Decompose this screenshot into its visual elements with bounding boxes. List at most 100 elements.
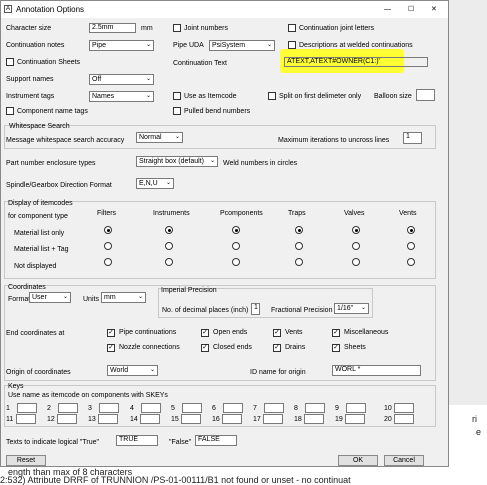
continuation-joint-letters-checkbox[interactable] <box>288 24 296 32</box>
id-name-origin-input[interactable]: WORL * <box>332 365 421 376</box>
chevron-down-icon: ⌄ <box>165 180 171 186</box>
max-iterations-input[interactable]: 1 <box>403 132 422 144</box>
continuation-text-input[interactable]: ATEXT,ATEXT#OWNER(C1:)' <box>284 57 428 67</box>
origin-coordinates-select[interactable]: World ⌄ <box>107 365 158 376</box>
part-number-enclosure-select[interactable]: Straight box (default) ⌄ <box>136 156 218 167</box>
instruments-material-tag-radio[interactable] <box>165 242 173 250</box>
sheets-label: Sheets <box>344 344 366 351</box>
nozzle-connections-checkbox[interactable]: ✓ <box>107 344 115 352</box>
reset-button[interactable]: Reset <box>6 455 46 466</box>
key-number-label: 15 <box>171 416 179 423</box>
use-as-itemcode-checkbox[interactable] <box>173 92 181 100</box>
key-input[interactable] <box>17 403 37 413</box>
drains-label: Drains <box>285 344 306 351</box>
close-button[interactable]: ✕ <box>431 5 437 14</box>
filters-material-tag-radio[interactable] <box>104 242 112 250</box>
key-input[interactable] <box>263 414 283 424</box>
character-size-label: Character size <box>6 25 52 32</box>
key-input[interactable] <box>99 403 119 413</box>
instrument-tags-select[interactable]: Names ⌄ <box>89 91 154 102</box>
key-input[interactable] <box>58 403 78 413</box>
miscellaneous-checkbox[interactable]: ✓ <box>332 329 340 337</box>
filters-material-list-radio[interactable] <box>104 226 112 234</box>
sheets-checkbox[interactable]: ✓ <box>332 344 340 352</box>
miscellaneous-label: Miscellaneous <box>344 329 389 336</box>
origin-coordinates-label: Origin of coordinates <box>6 369 71 376</box>
balloon-size-input[interactable] <box>416 89 435 101</box>
for-component-type-label: for component type <box>8 213 68 220</box>
key-input[interactable] <box>345 414 365 424</box>
vents-material-list-radio[interactable] <box>407 226 415 234</box>
fractional-precision-select[interactable]: 1/16" ⌄ <box>334 303 369 314</box>
vents-checkbox[interactable]: ✓ <box>273 329 281 337</box>
component-name-tags-checkbox[interactable] <box>6 107 14 115</box>
minimize-button[interactable]: — <box>384 5 391 14</box>
units-select[interactable]: mm ⌄ <box>101 292 146 303</box>
key-input[interactable] <box>181 414 201 424</box>
key-input[interactable] <box>182 403 202 413</box>
format-select[interactable]: User ⌄ <box>29 292 71 303</box>
traps-material-tag-radio[interactable] <box>295 242 303 250</box>
window-title: Annotation Options <box>16 5 85 14</box>
traps-not-displayed-radio[interactable] <box>295 258 303 266</box>
key-input[interactable] <box>57 414 77 424</box>
decimal-places-label: No. of decimal places (inch) <box>162 307 249 314</box>
key-input[interactable] <box>223 403 243 413</box>
key-input[interactable] <box>304 414 324 424</box>
drains-checkbox[interactable]: ✓ <box>273 344 281 352</box>
split-first-delimiter-checkbox[interactable] <box>268 92 276 100</box>
vents-material-tag-radio[interactable] <box>407 242 415 250</box>
logical-true-input[interactable]: TRUE <box>116 435 158 446</box>
descriptions-welded-checkbox[interactable] <box>288 41 296 49</box>
key-input[interactable] <box>140 414 160 424</box>
character-size-input[interactable]: 2.5mm <box>89 23 136 33</box>
decimal-places-input[interactable]: 1 <box>251 303 260 315</box>
whitespace-accuracy-select[interactable]: Normal ⌄ <box>136 132 183 143</box>
traps-material-list-radio[interactable] <box>295 226 303 234</box>
vents-not-displayed-radio[interactable] <box>407 258 415 266</box>
valves-material-tag-radio[interactable] <box>352 242 360 250</box>
chevron-down-icon: ⌄ <box>145 93 151 99</box>
valves-not-displayed-radio[interactable] <box>352 258 360 266</box>
key-input[interactable] <box>98 414 118 424</box>
continuation-joint-letters-label: Continuation joint letters <box>299 25 375 32</box>
imperial-precision-title: Imperial Precision <box>161 287 217 294</box>
balloon-size-label: Balloon size <box>374 93 412 100</box>
pcomponents-material-list-radio[interactable] <box>232 226 240 234</box>
key-input[interactable] <box>394 414 414 424</box>
continuation-notes-select[interactable]: Pipe ⌄ <box>89 40 154 51</box>
continuation-sheets-checkbox[interactable] <box>6 58 14 66</box>
joint-numbers-checkbox[interactable] <box>173 24 181 32</box>
key-input[interactable] <box>394 403 414 413</box>
key-input[interactable] <box>222 414 242 424</box>
use-as-itemcode-label: Use as Itemcode <box>184 93 237 100</box>
cancel-button[interactable]: Cancel <box>384 455 424 466</box>
instrument-tags-value: Names <box>92 93 115 100</box>
open-ends-checkbox[interactable]: ✓ <box>201 329 209 337</box>
key-input[interactable] <box>305 403 325 413</box>
key-input[interactable] <box>16 414 36 424</box>
ok-button[interactable]: OK <box>338 455 378 466</box>
instruments-not-displayed-radio[interactable] <box>165 258 173 266</box>
pulled-bend-numbers-label: Pulled bend numbers <box>184 108 251 115</box>
logical-false-input[interactable]: FALSE <box>195 435 237 446</box>
pulled-bend-numbers-checkbox[interactable] <box>173 107 181 115</box>
closed-ends-checkbox[interactable]: ✓ <box>201 344 209 352</box>
pipe-uda-value: PsiSystem <box>212 42 246 49</box>
valves-material-list-radio[interactable] <box>352 226 360 234</box>
instruments-material-list-radio[interactable] <box>165 226 173 234</box>
pipe-continuations-checkbox[interactable]: ✓ <box>107 329 115 337</box>
pcomponents-not-displayed-radio[interactable] <box>232 258 240 266</box>
pcomponents-material-tag-radio[interactable] <box>232 242 240 250</box>
key-input[interactable] <box>141 403 161 413</box>
support-names-value: Off <box>92 76 102 83</box>
key-number-label: 4 <box>130 405 134 412</box>
pipe-uda-select[interactable]: PsiSystem ⌄ <box>209 40 275 51</box>
support-names-select[interactable]: Off ⌄ <box>89 74 154 85</box>
key-input[interactable] <box>264 403 284 413</box>
maximize-button[interactable]: ☐ <box>408 5 414 14</box>
key-input[interactable] <box>346 403 366 413</box>
itemcodes-col-pcomponents: Pcomponents <box>220 210 263 217</box>
spindle-format-select[interactable]: E,N,U ⌄ <box>136 178 174 189</box>
filters-not-displayed-radio[interactable] <box>104 258 112 266</box>
